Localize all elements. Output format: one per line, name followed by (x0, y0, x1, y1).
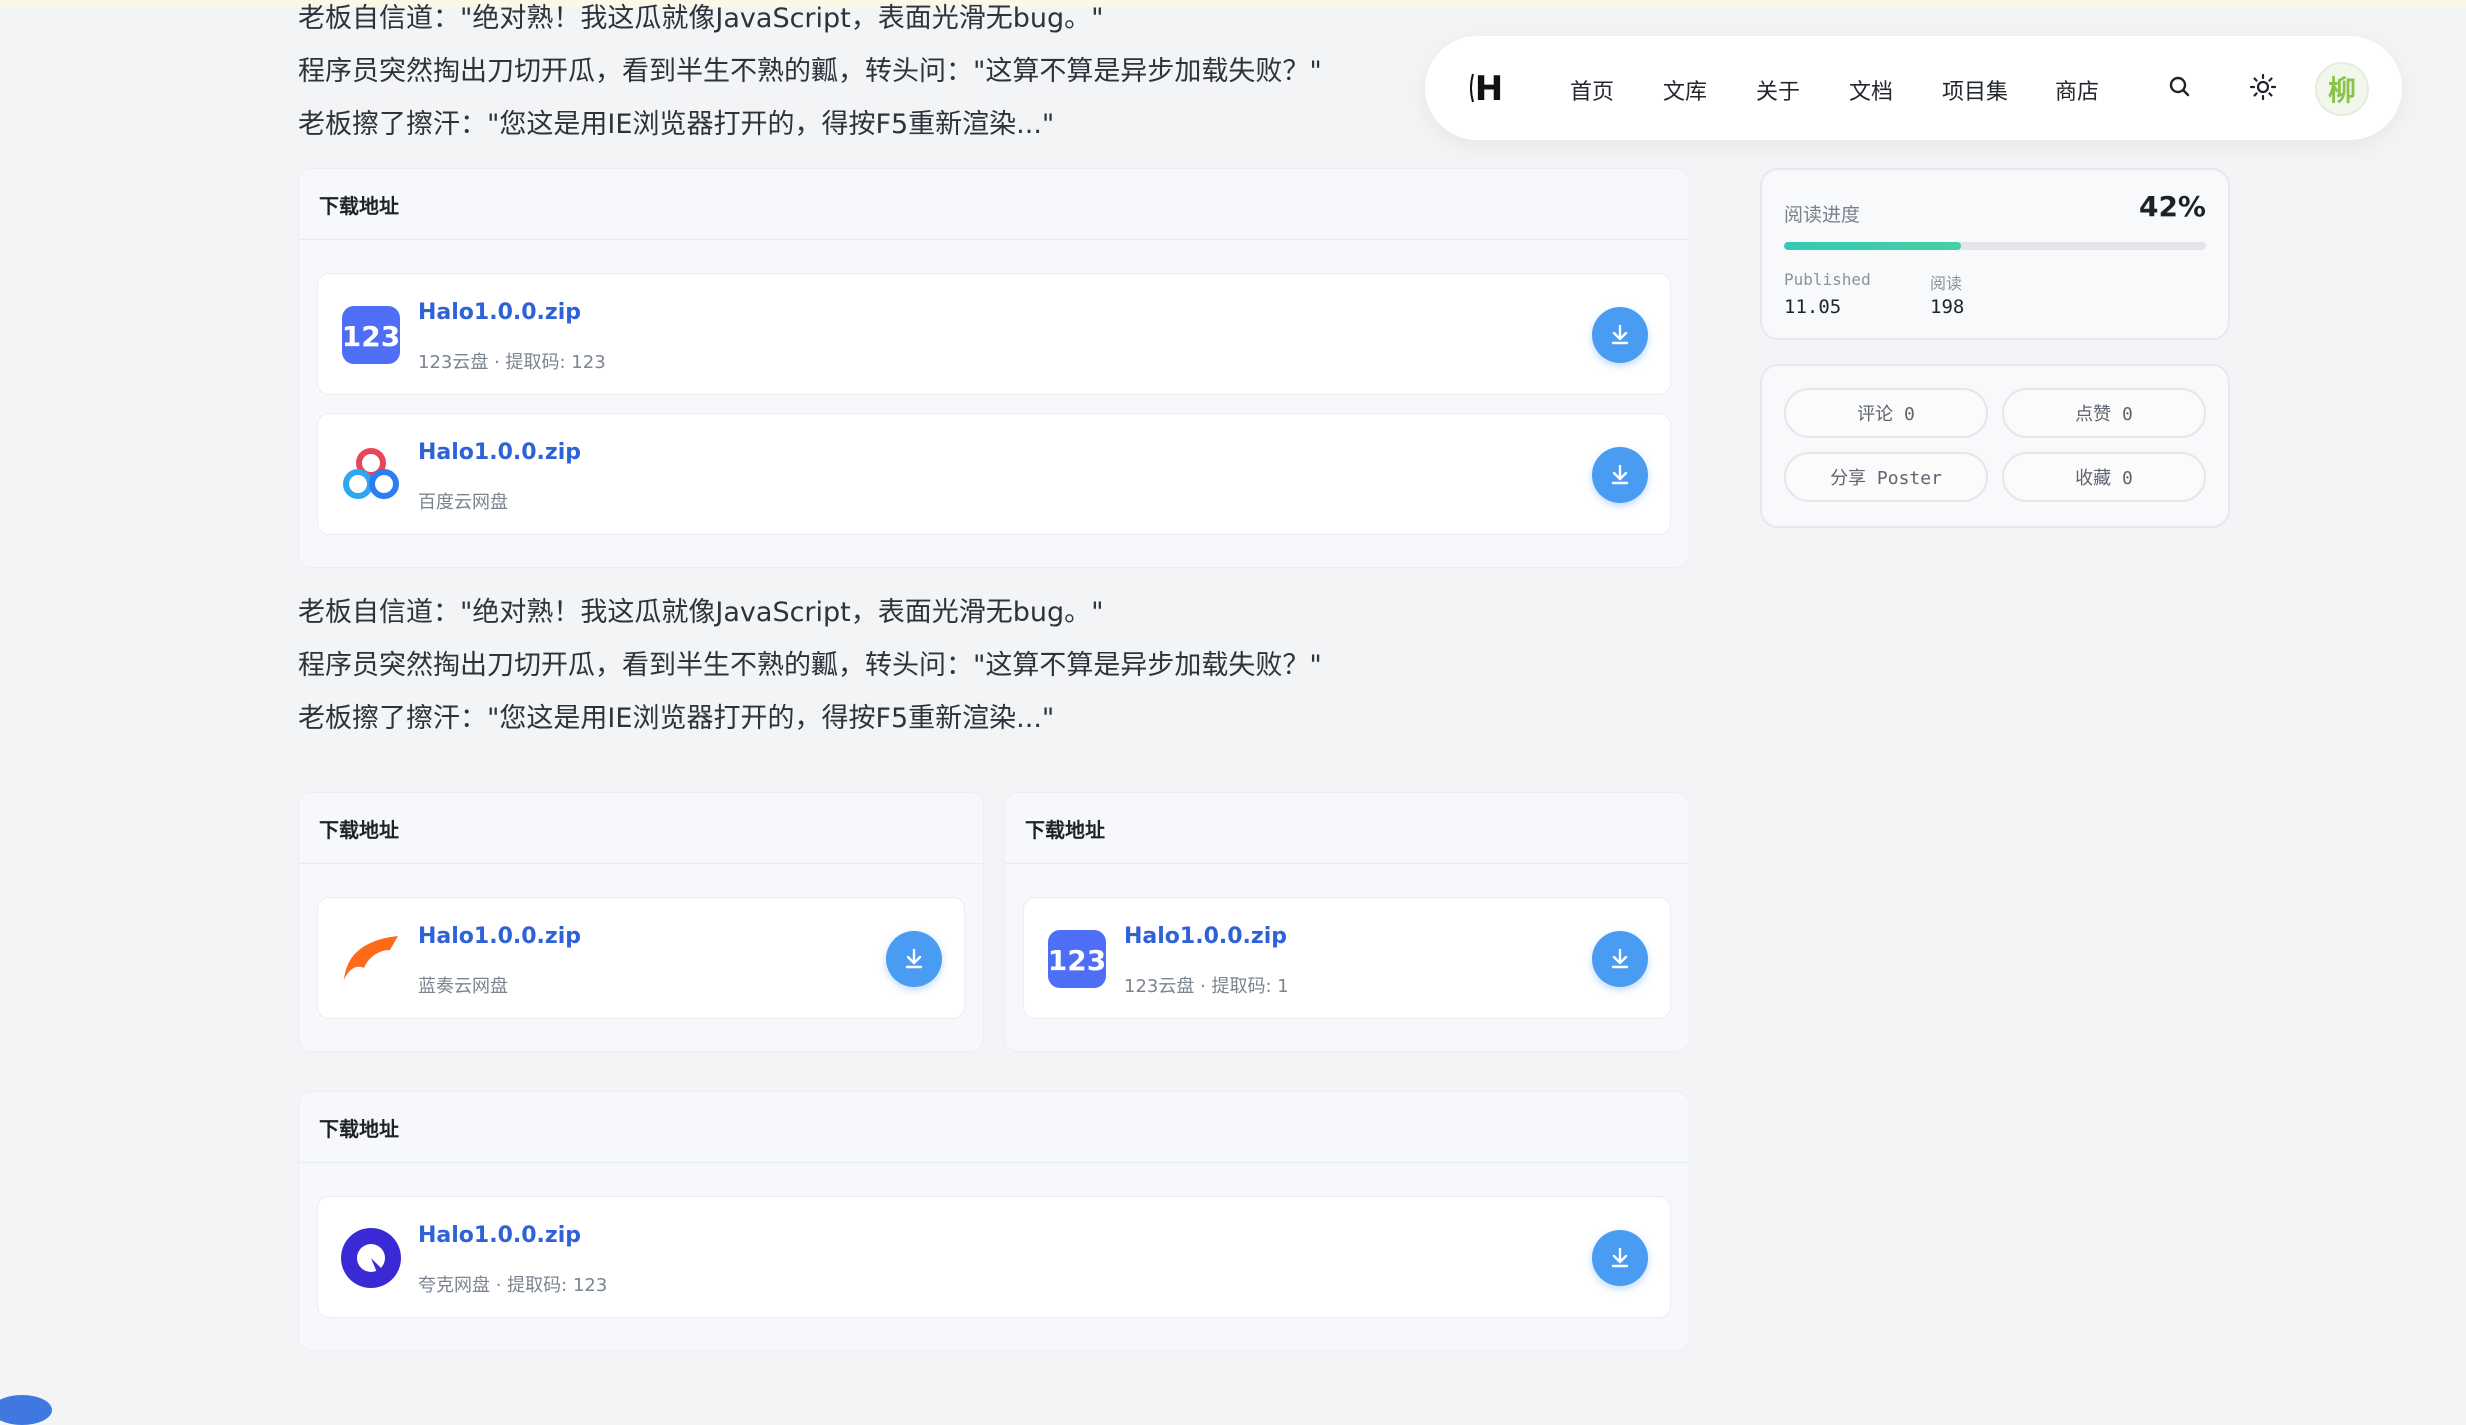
article-paragraph-mid: 老板自信道："绝对熟！我这瓜就像JavaScript，表面光滑无bug。" 程序… (298, 586, 1698, 745)
svg-text:H: H (1475, 69, 1503, 109)
progress-bar (1784, 242, 2206, 250)
download-button[interactable] (1592, 447, 1648, 503)
download-block-title: 下载地址 (299, 793, 983, 864)
top-navbar: H 首页 文库 关于 文档 项目集 商店 柳 (1425, 36, 2402, 140)
article-line: 老板擦了擦汗："您这是用IE浏览器打开的，得按F5重新渲染..." (298, 703, 1055, 734)
download-block-title: 下载地址 (299, 1092, 1689, 1163)
download-block: 下载地址 Halo1.0.0.zip 蓝奏云网盘 (298, 792, 984, 1052)
theme-toggle-sun-icon[interactable] (2248, 72, 2278, 102)
site-logo[interactable]: H (1467, 66, 1511, 110)
article-line: 老板自信道："绝对熟！我这瓜就像JavaScript，表面光滑无bug。" (298, 597, 1104, 628)
download-button[interactable] (1592, 307, 1648, 363)
baidu-netdisk-icon (340, 444, 402, 506)
download-item[interactable]: Halo1.0.0.zip 蓝奏云网盘 (317, 897, 965, 1019)
123pan-icon: 123 (1046, 928, 1108, 990)
svg-text:123: 123 (342, 320, 400, 353)
actions-card: 评论 0 点赞 0 分享 Poster 收藏 0 (1760, 364, 2230, 528)
quark-icon (340, 1227, 402, 1289)
progress-value: 42% (2138, 190, 2206, 223)
share-poster-button[interactable]: 分享 Poster (1784, 452, 1988, 502)
download-icon (1611, 1247, 1629, 1268)
download-item[interactable]: Halo1.0.0.zip 百度云网盘 (317, 413, 1671, 535)
nav-item-home[interactable]: 首页 (1570, 74, 1614, 106)
download-item[interactable]: Halo1.0.0.zip 夸克网盘 · 提取码: 123 (317, 1196, 1671, 1318)
download-block: 下载地址 Halo1.0.0.zip 夸克网盘 · 提取码: 123 (298, 1091, 1690, 1351)
file-meta: 123云盘 · 提取码: 1 (1124, 976, 1289, 997)
reads-value: 198 (1930, 296, 1965, 318)
published-label: Published (1784, 270, 1871, 289)
download-icon (1611, 324, 1629, 345)
reading-progress-card: 阅读进度 42% Published 11.05 阅读 198 (1760, 168, 2230, 340)
nav-item-docs[interactable]: 文档 (1849, 74, 1893, 106)
favorite-button[interactable]: 收藏 0 (2002, 452, 2206, 502)
nav-item-projects[interactable]: 项目集 (1942, 74, 2008, 106)
lanzou-icon (340, 928, 402, 990)
download-block: 下载地址 123 Halo1.0.0.zip 123云盘 · 提取码: 123 … (298, 168, 1690, 568)
nav-item-library[interactable]: 文库 (1663, 74, 1707, 106)
download-button[interactable] (886, 931, 942, 987)
download-item[interactable]: 123 Halo1.0.0.zip 123云盘 · 提取码: 123 (317, 273, 1671, 395)
search-icon[interactable] (2165, 72, 2195, 102)
svg-text:123: 123 (1048, 944, 1106, 977)
file-meta: 蓝奏云网盘 (418, 976, 508, 997)
file-name-link[interactable]: Halo1.0.0.zip (418, 924, 581, 949)
article-line: 程序员突然掏出刀切开瓜，看到半生不熟的瓤，转头问："这算不算是异步加载失败？" (298, 650, 1322, 681)
file-meta: 123云盘 · 提取码: 123 (418, 352, 606, 373)
123pan-icon: 123 (340, 304, 402, 366)
download-button[interactable] (1592, 931, 1648, 987)
download-block: 下载地址 123 Halo1.0.0.zip 123云盘 · 提取码: 1 (1004, 792, 1690, 1052)
comment-button[interactable]: 评论 0 (1784, 388, 1988, 438)
file-name-link[interactable]: Halo1.0.0.zip (418, 300, 581, 325)
download-block-title: 下载地址 (299, 169, 1689, 240)
nav-item-shop[interactable]: 商店 (2055, 74, 2099, 106)
progress-bar-fill (1784, 242, 1962, 250)
file-name-link[interactable]: Halo1.0.0.zip (1124, 924, 1287, 949)
file-name-link[interactable]: Halo1.0.0.zip (418, 1223, 581, 1248)
published-value: 11.05 (1784, 296, 1842, 318)
floating-action-edge[interactable] (0, 1395, 52, 1425)
progress-label: 阅读进度 (1784, 204, 1861, 226)
download-item[interactable]: 123 Halo1.0.0.zip 123云盘 · 提取码: 1 (1023, 897, 1671, 1019)
download-icon (1611, 464, 1629, 485)
user-avatar[interactable]: 柳 (2315, 62, 2369, 116)
download-block-title: 下载地址 (1005, 793, 1689, 864)
file-name-link[interactable]: Halo1.0.0.zip (418, 440, 581, 465)
file-meta: 夸克网盘 · 提取码: 123 (418, 1275, 608, 1296)
like-button[interactable]: 点赞 0 (2002, 388, 2206, 438)
file-meta: 百度云网盘 (418, 492, 508, 513)
download-icon (1611, 948, 1629, 969)
reads-label: 阅读 (1930, 274, 1963, 293)
download-icon (905, 948, 923, 969)
download-button[interactable] (1592, 1230, 1648, 1286)
nav-item-about[interactable]: 关于 (1756, 74, 1800, 106)
